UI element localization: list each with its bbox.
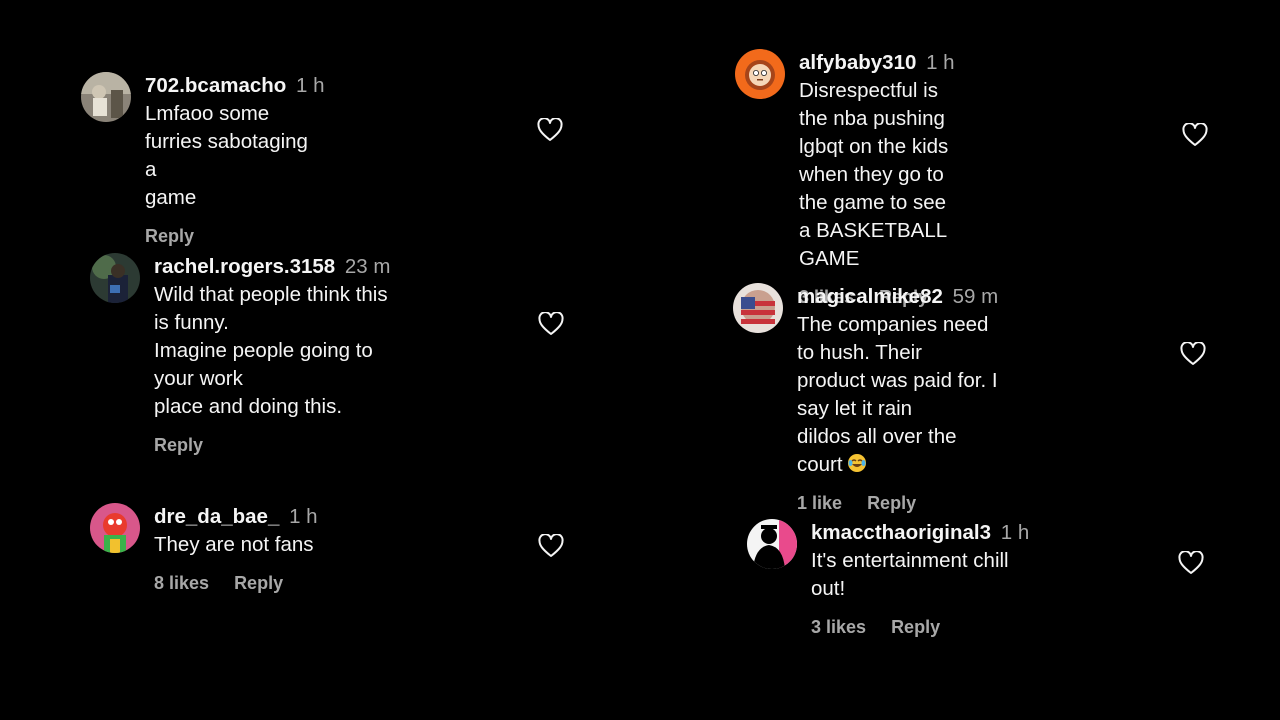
face-with-tears-of-joy-emoji xyxy=(847,453,867,473)
username[interactable]: rachel.rogers.3158 xyxy=(154,255,335,278)
comment-body: 702.bcamacho 1 h Lmfaoo some furries sab… xyxy=(145,72,325,248)
comment-text: Disrespectful is the nba pushing lgbqt o… xyxy=(799,79,949,270)
comment-header: kmaccthaoriginal3 1 h xyxy=(811,519,1029,547)
comment-header: magicalmike82 59 m xyxy=(797,283,998,311)
timestamp: 1 h xyxy=(926,51,955,74)
likes-count[interactable]: 8 likes xyxy=(154,573,209,593)
timestamp: 1 h xyxy=(296,74,325,97)
comment-text: Lmfaoo some furries sabotaging a game xyxy=(145,102,308,209)
reply-button[interactable]: Reply xyxy=(154,435,203,455)
comment-text: They are not fans xyxy=(154,533,314,556)
timestamp: 1 h xyxy=(289,505,318,528)
reply-button[interactable]: Reply xyxy=(867,493,916,513)
timestamp: 23 m xyxy=(344,255,391,278)
comment-header: dre_da_bae_ 1 h xyxy=(154,503,318,531)
reply-button[interactable]: Reply xyxy=(234,573,283,593)
comment-actions: 1 like Reply xyxy=(797,491,998,515)
comment-actions: 3 likes Reply xyxy=(811,615,1029,639)
avatar[interactable] xyxy=(81,72,131,122)
comment-actions: 8 likes Reply xyxy=(154,571,318,595)
reply-button[interactable]: Reply xyxy=(145,226,194,246)
reply-button[interactable]: Reply xyxy=(891,617,940,637)
avatar[interactable] xyxy=(735,49,785,99)
avatar[interactable] xyxy=(90,253,140,303)
timestamp: 1 h xyxy=(1000,521,1030,544)
heart-outline-icon[interactable] xyxy=(1180,341,1206,366)
avatar[interactable] xyxy=(90,503,140,553)
comment-actions: Reply xyxy=(154,433,390,457)
username[interactable]: dre_da_bae_ xyxy=(154,505,279,528)
timestamp: 59 m xyxy=(952,285,999,308)
comment-body: kmaccthaoriginal3 1 h It's entertainment… xyxy=(811,519,1029,639)
comment-body: rachel.rogers.3158 23 m Wild that people… xyxy=(154,253,390,457)
comment-body: alfybaby310 1 h Disrespectful is the nba… xyxy=(799,49,955,309)
heart-outline-icon[interactable] xyxy=(537,117,563,142)
comment-text: The companies need to hush. Their produc… xyxy=(797,311,998,479)
heart-outline-icon[interactable] xyxy=(538,311,564,336)
comment-header: rachel.rogers.3158 23 m xyxy=(154,253,390,281)
avatar[interactable] xyxy=(733,283,783,333)
comment-text-content: The companies need to hush. Their produc… xyxy=(797,313,998,476)
username[interactable]: magicalmike82 xyxy=(797,285,943,308)
comment-text: It's entertainment chill out! xyxy=(811,549,1009,600)
comment-header: alfybaby310 1 h xyxy=(799,49,955,77)
comment-actions: Reply xyxy=(145,224,325,248)
heart-outline-icon[interactable] xyxy=(538,533,564,558)
username[interactable]: kmaccthaoriginal3 xyxy=(811,521,991,544)
heart-outline-icon[interactable] xyxy=(1178,550,1204,575)
username[interactable]: alfybaby310 xyxy=(799,51,916,74)
comment-body: magicalmike82 59 m The companies need to… xyxy=(797,283,998,515)
comment-text: Wild that people think this is funny. Im… xyxy=(154,283,388,418)
likes-count[interactable]: 3 likes xyxy=(811,617,866,637)
comment-body: dre_da_bae_ 1 h They are not fans 8 like… xyxy=(154,503,318,595)
heart-outline-icon[interactable] xyxy=(1182,122,1208,147)
comment-header: 702.bcamacho 1 h xyxy=(145,72,325,100)
username[interactable]: 702.bcamacho xyxy=(145,74,286,97)
comments-view: 702.bcamacho 1 h Lmfaoo some furries sab… xyxy=(0,0,1280,720)
likes-count[interactable]: 1 like xyxy=(797,493,842,513)
avatar[interactable] xyxy=(747,519,797,569)
